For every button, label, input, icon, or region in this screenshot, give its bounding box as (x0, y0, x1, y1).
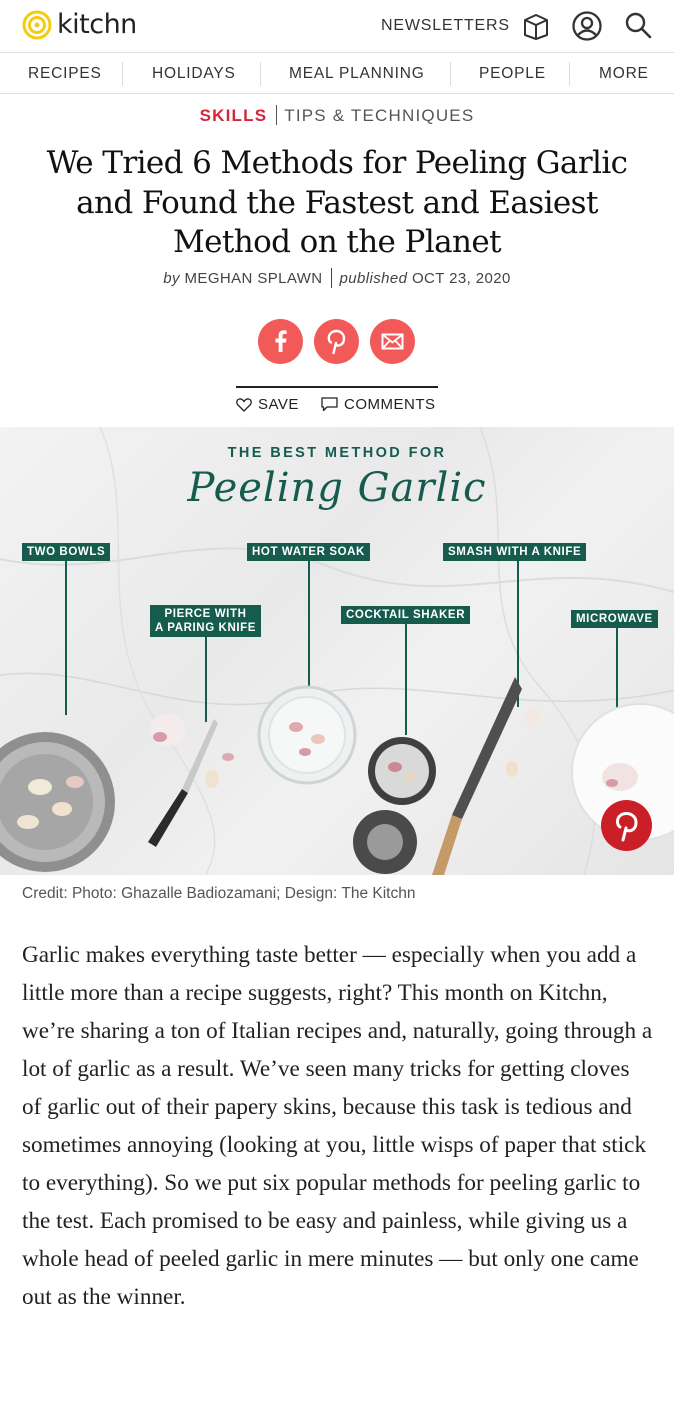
kitchn-logo[interactable]: kitchn (22, 9, 137, 40)
hero-image: THE BEST METHOD FOR Peeling Garlic TWO B… (0, 427, 674, 875)
nav-meal-planning[interactable]: MEAL PLANNING (289, 65, 425, 83)
box-icon[interactable] (522, 11, 550, 41)
share-divider (236, 386, 438, 388)
author-link[interactable]: MEGHAN SPLAWN (185, 270, 323, 287)
nav-more[interactable]: MORE (599, 65, 649, 83)
published-date: OCT 23, 2020 (411, 270, 511, 287)
published-prefix: published (339, 270, 408, 287)
logo-text: kitchn (57, 9, 137, 40)
user-icon[interactable] (571, 10, 603, 42)
save-button[interactable]: SAVE (236, 396, 299, 413)
garlic-photo-illustration (0, 677, 674, 875)
comments-label: COMMENTS (344, 396, 436, 413)
newsletters-link[interactable]: NEWSLETTERS (381, 17, 510, 35)
category-divider (276, 105, 278, 125)
top-bar: kitchn NEWSLETTERS (0, 0, 674, 53)
nav-recipes[interactable]: RECIPES (28, 65, 102, 83)
comment-icon (321, 397, 338, 412)
main-nav: RECIPES HOLIDAYS MEAL PLANNING PEOPLE MO… (0, 53, 674, 94)
nav-divider (569, 62, 570, 86)
by-prefix: by (163, 270, 180, 287)
nav-divider (260, 62, 261, 86)
article-category: SKILLS TIPS & TECHNIQUES (0, 105, 674, 126)
nav-divider (450, 62, 451, 86)
category-tips-link[interactable]: TIPS & TECHNIQUES (284, 106, 474, 125)
byline-divider (330, 268, 332, 288)
heart-icon (236, 397, 252, 412)
image-credit: Credit: Photo: Ghazalle Badiozamani; Des… (22, 885, 416, 902)
article-body-paragraph: Garlic makes everything taste better — e… (22, 942, 653, 1310)
pinterest-share-button[interactable] (314, 319, 359, 364)
category-skills-link[interactable]: SKILLS (200, 106, 268, 125)
save-label: SAVE (258, 396, 299, 413)
search-icon[interactable] (624, 11, 652, 39)
nav-divider (122, 62, 123, 86)
pinterest-icon (327, 329, 346, 355)
article-title: We Tried 6 Methods for Peeling Garlic an… (46, 145, 628, 260)
facebook-share-button[interactable] (258, 319, 303, 364)
byline: by MEGHAN SPLAWN published OCT 23, 2020 (0, 268, 674, 288)
nav-holidays[interactable]: HOLIDAYS (152, 65, 236, 83)
pinterest-icon (615, 811, 638, 842)
pin-image-button[interactable] (601, 800, 652, 851)
comments-button[interactable]: COMMENTS (321, 396, 436, 413)
facebook-icon (275, 330, 287, 352)
nav-people[interactable]: PEOPLE (479, 65, 546, 83)
email-icon (381, 333, 404, 350)
email-share-button[interactable] (370, 319, 415, 364)
logo-swirl-icon (22, 10, 52, 39)
